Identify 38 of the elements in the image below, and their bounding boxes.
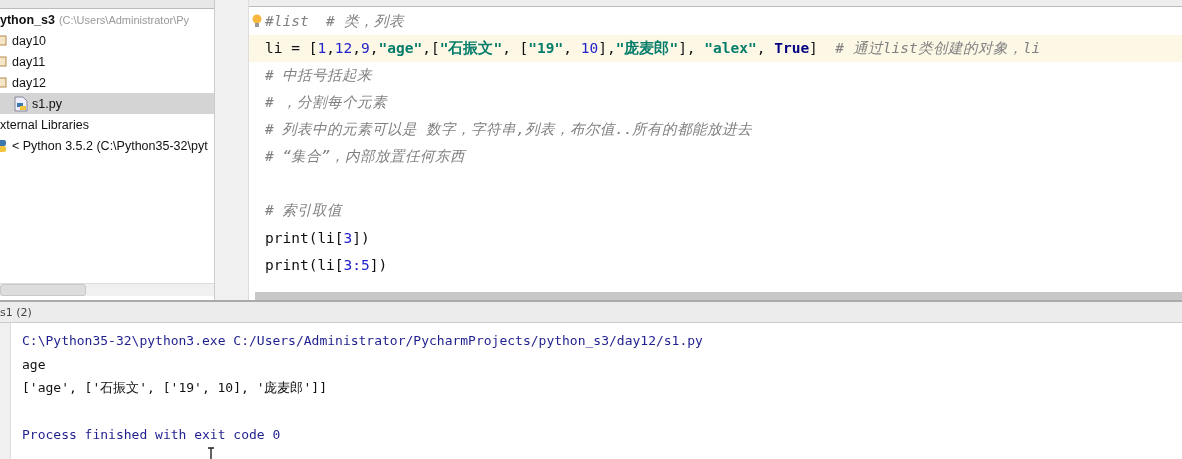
tree-label: < Python 3.5.2 (C:\Python35-32\pyt: [12, 138, 208, 153]
tree-item[interactable]: xternal Libraries: [0, 114, 214, 135]
tree-label: s1.py: [32, 96, 62, 111]
tree-label: day11: [12, 54, 46, 69]
tree-item[interactable]: day12: [0, 72, 214, 93]
tree-label: day12: [12, 75, 47, 90]
folder-icon: [0, 77, 8, 88]
project-path: (C:\Users\Administrator\Py: [58, 13, 190, 26]
tree-label: day10: [12, 33, 47, 48]
tree-item[interactable]: s1.py: [0, 93, 214, 114]
scrollbar-thumb[interactable]: [0, 284, 86, 296]
run-tab-title[interactable]: s1 (2): [0, 305, 32, 319]
python-icon: [0, 138, 8, 153]
code-line: # 中括号括起来: [265, 66, 373, 85]
console-output: age: [22, 356, 46, 372]
tree-item[interactable]: day10: [0, 30, 214, 51]
console-output: C:\Python35-32\python3.exe C:/Users/Administrator/PycharmProjects/python_s3/day12/s1.py: [22, 333, 703, 349]
text-cursor-icon: [207, 447, 215, 459]
code-line: #list # 类，列表: [265, 12, 404, 31]
code-line: li = [1,12,9,"age",["石振文", ["19", 10],"庞麦郎"], "alex", True] # 通过list类创建的对象，li: [265, 39, 1041, 58]
console-output: Process finished with exit code 0: [22, 427, 281, 443]
tree-label: xternal Libraries: [0, 117, 89, 132]
lightbulb-icon[interactable]: [252, 13, 262, 29]
code-line: print(li[3]): [265, 229, 370, 246]
code-line: # 索引取值: [265, 201, 343, 220]
folder-icon: [0, 56, 8, 67]
code-line: # ，分割每个元素: [265, 93, 388, 112]
tree-item[interactable]: ython_s3 (C:\Users\Administrator\Py: [0, 9, 214, 30]
tree-item[interactable]: < Python 3.5.2 (C:\Python35-32\pyt: [0, 135, 214, 156]
console-output: ['age', ['石振文', ['19', 10], '庞麦郎']]: [22, 378, 327, 397]
tree-label: ython_s3: [0, 12, 55, 27]
code-line: # 列表中的元素可以是 数字，字符串,列表，布尔值..所有的都能放进去: [265, 120, 753, 139]
horizontal-scrollbar[interactable]: [255, 292, 1182, 300]
code-line: # “集合”，内部放置任何东西: [265, 147, 465, 166]
python-file-icon: [14, 95, 28, 112]
code-line: print(li[3:5]): [265, 256, 388, 273]
folder-icon: [0, 35, 8, 46]
tree-item[interactable]: day11: [0, 51, 214, 72]
